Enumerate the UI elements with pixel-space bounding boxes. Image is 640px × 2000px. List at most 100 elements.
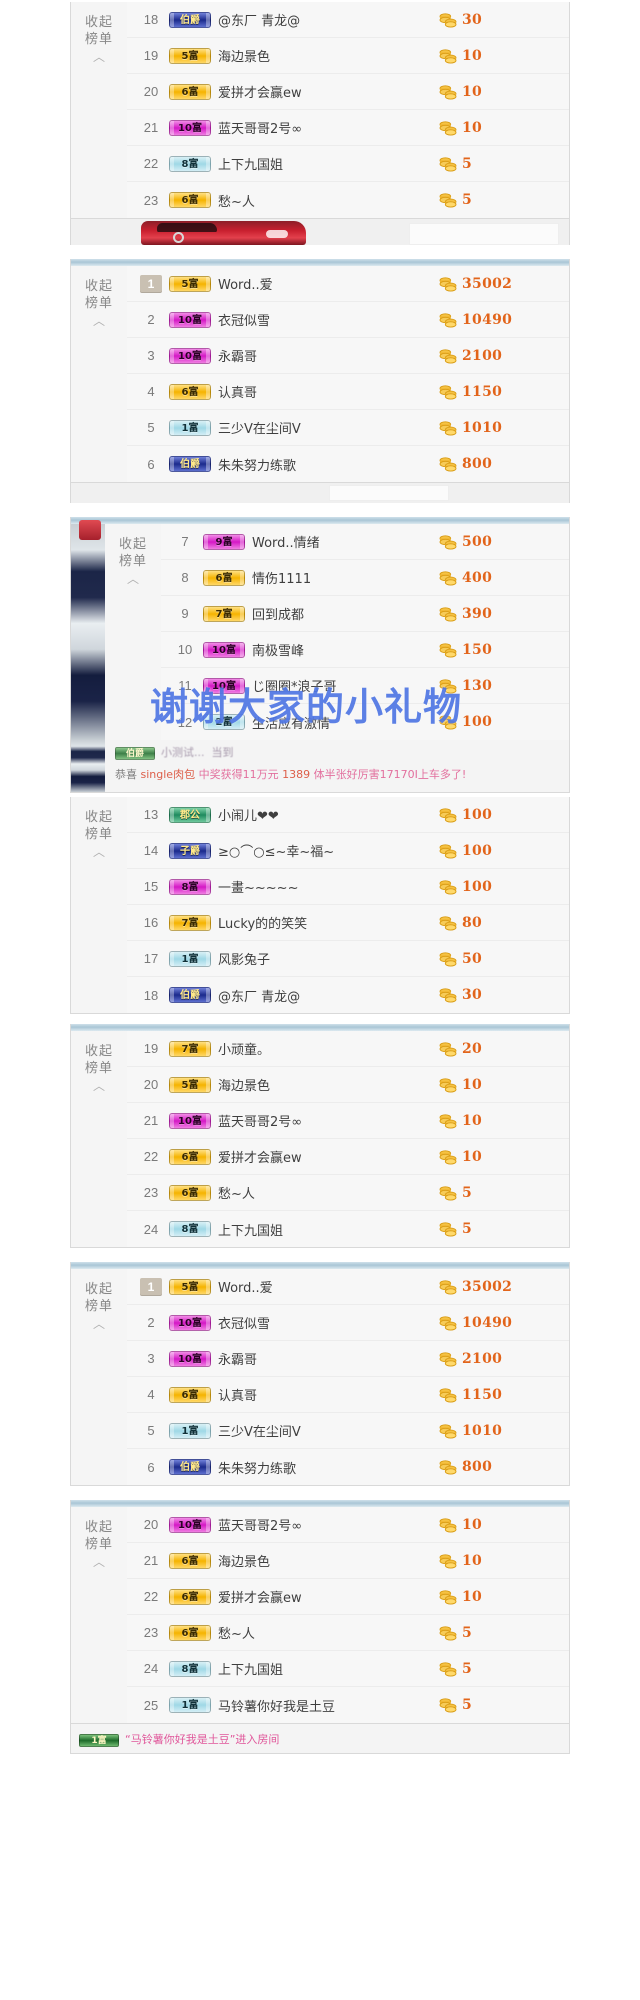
table-row[interactable]: 1 5富 Word..爱 35002 xyxy=(127,266,569,302)
user-name[interactable]: 海边景色 xyxy=(218,1551,439,1570)
table-row[interactable]: 23 6富 愁~人 5 xyxy=(127,1175,569,1211)
user-name[interactable]: 海边景色 xyxy=(218,1075,439,1094)
ranking-rows-3: 7 9富 Word..情绪 500 8 6富 情伤1111 400 9 7富 回到成都 390 10 10… xyxy=(161,524,569,740)
table-row[interactable]: 10 10富 南极雪峰 150 xyxy=(161,632,569,668)
user-name[interactable]: 永霸哥 xyxy=(218,1349,439,1368)
user-name[interactable]: 回到成都 xyxy=(252,604,439,623)
table-row[interactable]: 15 8富 一畫~~~~~ 100 xyxy=(127,869,569,905)
table-row[interactable]: 17 1富 风影兔子 50 xyxy=(127,941,569,977)
user-name[interactable]: 上下九国姐 xyxy=(218,1220,439,1239)
score-cell: 20 xyxy=(439,1041,569,1057)
table-row[interactable]: 18 伯爵 @东厂 青龙@ 30 xyxy=(127,2,569,38)
table-row[interactable]: 4 6富 认真哥 1150 xyxy=(127,374,569,410)
table-row[interactable]: 25 1富 马铃薯你好我是土豆 5 xyxy=(127,1687,569,1723)
table-row[interactable]: 20 6富 爱拼才会赢ew 10 xyxy=(127,74,569,110)
table-row[interactable]: 22 8富 上下九国姐 5 xyxy=(127,146,569,182)
user-name[interactable]: @东厂 青龙@ xyxy=(218,986,439,1005)
rank-number: 20 xyxy=(143,1517,159,1532)
table-row[interactable]: 6 伯爵 朱朱努力练歌 800 xyxy=(127,1449,569,1485)
collapse-ranking-button-2[interactable]: 收起 榜单 ︿ xyxy=(71,266,127,482)
table-row[interactable]: 24 8富 上下九国姐 5 xyxy=(127,1651,569,1687)
user-name[interactable]: 蓝天哥哥2号∞ xyxy=(218,1111,439,1130)
user-name[interactable]: Word..爱 xyxy=(218,1277,439,1296)
table-row[interactable]: 23 6富 愁~人 5 xyxy=(127,182,569,218)
user-name[interactable]: 海边景色 xyxy=(218,46,439,65)
table-row[interactable]: 9 7富 回到成都 390 xyxy=(161,596,569,632)
level-badge: 2富 xyxy=(203,714,245,730)
user-name[interactable]: 衣冠似雪 xyxy=(218,1313,439,1332)
user-name[interactable]: Word..爱 xyxy=(218,274,439,293)
table-row[interactable]: 13 郡公 小闹儿❤❤ 100 xyxy=(127,797,569,833)
user-name[interactable]: 衣冠似雪 xyxy=(218,310,439,329)
user-name[interactable]: 认真哥 xyxy=(218,1385,439,1404)
collapse-ranking-button-5[interactable]: 收起 榜单 ︿ xyxy=(71,1031,127,1247)
table-row[interactable]: 18 伯爵 @东厂 青龙@ 30 xyxy=(127,977,569,1013)
user-name[interactable]: 愁~人 xyxy=(218,1183,439,1202)
user-name[interactable]: 蓝天哥哥2号∞ xyxy=(218,1515,439,1534)
table-row[interactable]: 14 子爵 ≥○⌒○≤~幸~福~ 100 xyxy=(127,833,569,869)
underlying-page-strip-2 xyxy=(70,483,570,503)
table-row[interactable]: 24 8富 上下九国姐 5 xyxy=(127,1211,569,1247)
collapse-ranking-button-7[interactable]: 收起 榜单 ︿ xyxy=(71,1507,127,1723)
score-cell: 2100 xyxy=(439,1351,569,1367)
user-name[interactable]: 永霸哥 xyxy=(218,346,439,365)
user-name[interactable]: 生活应有激情 xyxy=(252,713,439,732)
table-row[interactable]: 21 10富 蓝天哥哥2号∞ 10 xyxy=(127,110,569,146)
table-row[interactable]: 19 7富 小顽童。 20 xyxy=(127,1031,569,1067)
user-name[interactable]: @东厂 青龙@ xyxy=(218,10,439,29)
user-name[interactable]: 朱朱努力练歌 xyxy=(218,455,439,474)
table-row[interactable]: 12 2富 生活应有激情 100 xyxy=(161,704,569,740)
collapse-ranking-button-4[interactable]: 收起 榜单 ︿ xyxy=(71,797,127,1013)
table-row[interactable]: 1 5富 Word..爱 35002 xyxy=(127,1269,569,1305)
ranking-panel-6: 收起 榜单 ︿ 1 5富 Word..爱 35002 2 10富 衣冠似雪 10490 3 10富… xyxy=(70,1262,570,1486)
table-row[interactable]: 7 9富 Word..情绪 500 xyxy=(161,524,569,560)
user-name[interactable]: 三少V在尘间V xyxy=(218,418,439,437)
user-name[interactable]: 南极雪峰 xyxy=(252,640,439,659)
user-name[interactable]: 马铃薯你好我是土豆 xyxy=(218,1696,439,1715)
table-row[interactable]: 11 10富 じ圈圈*浪子哥 130 xyxy=(161,668,569,704)
collapse-ranking-button-6[interactable]: 收起 榜单 ︿ xyxy=(71,1269,127,1485)
user-name[interactable]: 爱拼才会赢ew xyxy=(218,1147,439,1166)
user-name[interactable]: 风影兔子 xyxy=(218,949,439,968)
collapse-label-line1: 收起 xyxy=(84,279,113,294)
table-row[interactable]: 3 10富 永霸哥 2100 xyxy=(127,1341,569,1377)
table-row[interactable]: 20 5富 海边景色 10 xyxy=(127,1067,569,1103)
table-row[interactable]: 19 5富 海边景色 10 xyxy=(127,38,569,74)
table-row[interactable]: 2 10富 衣冠似雪 10490 xyxy=(127,1305,569,1341)
user-name[interactable]: Lucky的的笑笑 xyxy=(218,913,439,932)
user-name[interactable]: 愁~人 xyxy=(218,191,439,210)
user-name[interactable]: 朱朱努力练歌 xyxy=(218,1458,439,1477)
table-row[interactable]: 6 伯爵 朱朱努力练歌 800 xyxy=(127,446,569,482)
table-row[interactable]: 22 6富 爱拼才会赢ew 10 xyxy=(127,1579,569,1615)
table-row[interactable]: 2 10富 衣冠似雪 10490 xyxy=(127,302,569,338)
collapse-ranking-button-3[interactable]: 收起 榜单 ︿ xyxy=(105,524,161,740)
collapse-label-line1: 收起 xyxy=(118,537,147,552)
table-row[interactable]: 21 10富 蓝天哥哥2号∞ 10 xyxy=(127,1103,569,1139)
user-name[interactable]: 爱拼才会赢ew xyxy=(218,1587,439,1606)
table-row[interactable]: 5 1富 三少V在尘间V 1010 xyxy=(127,410,569,446)
user-name[interactable]: 愁~人 xyxy=(218,1623,439,1642)
user-name[interactable]: 认真哥 xyxy=(218,382,439,401)
user-name[interactable]: 一畫~~~~~ xyxy=(218,877,439,896)
table-row[interactable]: 3 10富 永霸哥 2100 xyxy=(127,338,569,374)
user-name[interactable]: 蓝天哥哥2号∞ xyxy=(218,118,439,137)
user-name[interactable]: 爱拼才会赢ew xyxy=(218,82,439,101)
user-name[interactable]: 情伤1111 xyxy=(252,568,439,587)
user-name[interactable]: 上下九国姐 xyxy=(218,154,439,173)
table-row[interactable]: 16 7富 Lucky的的笑笑 80 xyxy=(127,905,569,941)
user-name[interactable]: Word..情绪 xyxy=(252,532,439,551)
table-row[interactable]: 22 6富 爱拼才会赢ew 10 xyxy=(127,1139,569,1175)
user-name[interactable]: 上下九国姐 xyxy=(218,1659,439,1678)
table-row[interactable]: 20 10富 蓝天哥哥2号∞ 10 xyxy=(127,1507,569,1543)
user-name[interactable]: 小闹儿❤❤ xyxy=(218,805,439,824)
table-row[interactable]: 5 1富 三少V在尘间V 1010 xyxy=(127,1413,569,1449)
collapse-ranking-button-1[interactable]: 收起 榜单 ︿ xyxy=(71,2,127,218)
table-row[interactable]: 21 6富 海边景色 10 xyxy=(127,1543,569,1579)
user-name[interactable]: 三少V在尘间V xyxy=(218,1421,439,1440)
table-row[interactable]: 23 6富 愁~人 5 xyxy=(127,1615,569,1651)
table-row[interactable]: 8 6富 情伤1111 400 xyxy=(161,560,569,596)
user-name[interactable]: ≥○⌒○≤~幸~福~ xyxy=(218,841,439,860)
user-name[interactable]: 小顽童。 xyxy=(218,1039,439,1058)
user-name[interactable]: じ圈圈*浪子哥 xyxy=(252,676,439,695)
table-row[interactable]: 4 6富 认真哥 1150 xyxy=(127,1377,569,1413)
